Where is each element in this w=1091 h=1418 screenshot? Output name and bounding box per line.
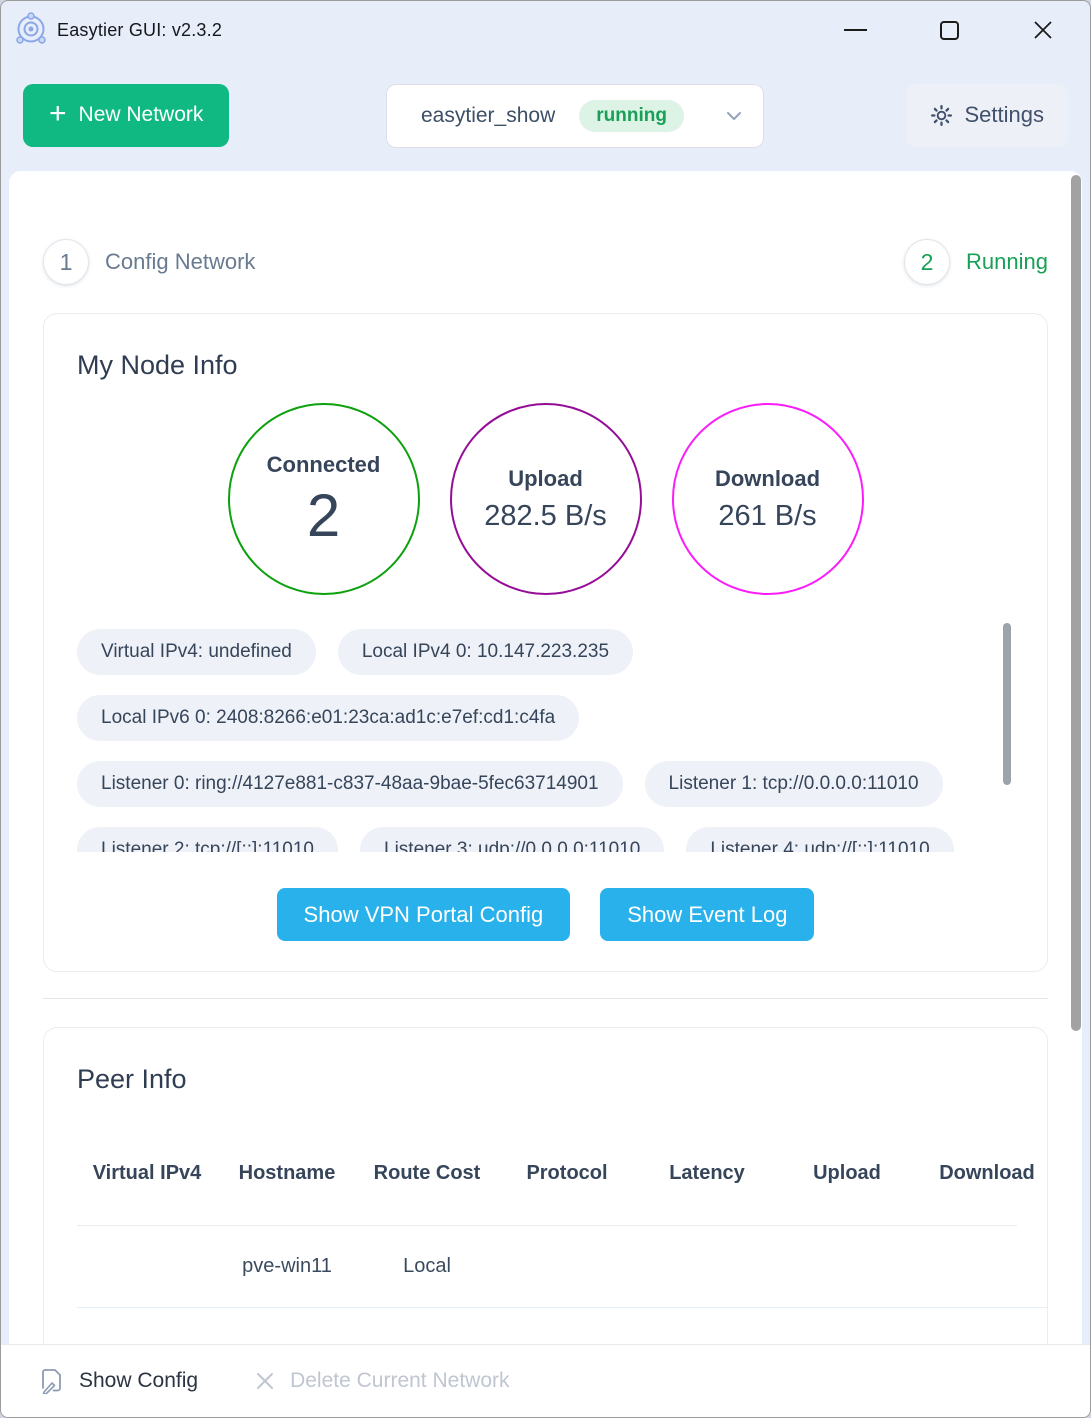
maximize-icon bbox=[940, 21, 959, 40]
network-select[interactable]: easytier_show running bbox=[386, 84, 764, 148]
tag-listener-4: Listener 4: udp://[::]:11010 bbox=[686, 827, 953, 852]
peer-info-title: Peer Info bbox=[77, 1064, 1014, 1095]
peer-table-header: Virtual IPv4 Hostname Route Cost Protoco… bbox=[77, 1121, 1048, 1225]
window-title: Easytier GUI: v2.3.2 bbox=[57, 20, 222, 41]
footer-bar: Show Config Delete Current Network bbox=[1, 1344, 1090, 1417]
main-scrollbar-thumb[interactable] bbox=[1071, 175, 1081, 1031]
cell-hostname: pve-win11 bbox=[217, 1255, 357, 1278]
col-protocol: Protocol bbox=[497, 1157, 637, 1189]
node-tags: Virtual IPv4: undefined Local IPv4 0: 10… bbox=[77, 629, 1014, 852]
gear-icon bbox=[930, 104, 953, 127]
step2-circle: 2 bbox=[904, 239, 950, 285]
node-info-card: My Node Info Connected 2 Upload 282.5 B/… bbox=[43, 313, 1048, 972]
section-divider bbox=[43, 998, 1048, 999]
tag-listener-2: Listener 2: tcp://[::]:11010 bbox=[77, 827, 338, 852]
col-route-cost: Route Cost bbox=[357, 1157, 497, 1189]
download-stat-circle: Download 261 B/s bbox=[672, 403, 864, 595]
step2-label: Running bbox=[966, 249, 1048, 275]
show-config-button[interactable]: Show Config bbox=[41, 1368, 198, 1394]
main-scrollbar[interactable] bbox=[1071, 175, 1081, 1341]
steps: 1 Config Network 2 Running bbox=[43, 239, 1048, 285]
delete-current-network-button[interactable]: Delete Current Network bbox=[254, 1369, 509, 1393]
download-label: Download bbox=[715, 466, 820, 492]
minimize-icon bbox=[844, 29, 867, 31]
node-stats: Connected 2 Upload 282.5 B/s Download 26… bbox=[77, 403, 1014, 595]
connected-label: Connected bbox=[267, 452, 381, 478]
peer-info-card: Peer Info Virtual IPv4 Hostname Route Co… bbox=[43, 1027, 1048, 1346]
table-row: pve-win11 Local bbox=[77, 1226, 1048, 1308]
delete-network-label: Delete Current Network bbox=[290, 1369, 509, 1393]
step-running: 2 Running bbox=[904, 239, 1048, 285]
col-hostname: Hostname bbox=[217, 1157, 357, 1189]
chevron-down-icon bbox=[725, 107, 743, 125]
settings-label: Settings bbox=[965, 102, 1045, 128]
minimize-button[interactable] bbox=[808, 1, 902, 59]
peer-table: Virtual IPv4 Hostname Route Cost Protoco… bbox=[77, 1121, 1048, 1308]
settings-button[interactable]: Settings bbox=[906, 84, 1069, 147]
close-icon bbox=[1031, 18, 1055, 42]
col-virtual-ipv4: Virtual IPv4 bbox=[77, 1157, 217, 1189]
connected-stat-circle: Connected 2 bbox=[228, 403, 420, 595]
tag-listener-1: Listener 1: tcp://0.0.0.0:11010 bbox=[645, 761, 943, 807]
app-window: Easytier GUI: v2.3.2 + New Network easyt… bbox=[0, 0, 1091, 1418]
close-button[interactable] bbox=[996, 1, 1090, 59]
tag-local-ipv6: Local IPv6 0: 2408:8266:e01:23ca:ad1c:e7… bbox=[77, 695, 579, 741]
maximize-button[interactable] bbox=[902, 1, 996, 59]
main-content: 1 Config Network 2 Running My Node Info … bbox=[9, 171, 1082, 1346]
col-download: Download bbox=[917, 1157, 1048, 1189]
toolbar: + New Network easytier_show running Sett… bbox=[1, 59, 1090, 171]
new-network-button[interactable]: + New Network bbox=[23, 84, 229, 147]
node-tags-scroll-area[interactable]: Virtual IPv4: undefined Local IPv4 0: 10… bbox=[77, 617, 1014, 852]
upload-label: Upload bbox=[508, 466, 583, 492]
step-config-network: 1 Config Network bbox=[43, 239, 255, 285]
tag-virtual-ipv4: Virtual IPv4: undefined bbox=[77, 629, 316, 675]
upload-value: 282.5 B/s bbox=[484, 500, 607, 533]
document-edit-icon bbox=[41, 1368, 65, 1394]
window-controls bbox=[808, 1, 1090, 59]
upload-stat-circle: Upload 282.5 B/s bbox=[450, 403, 642, 595]
step1-circle: 1 bbox=[43, 239, 89, 285]
tag-local-ipv4: Local IPv4 0: 10.147.223.235 bbox=[338, 629, 633, 675]
cell-route-cost: Local bbox=[357, 1255, 497, 1278]
network-select-value: easytier_show bbox=[421, 104, 555, 128]
show-config-label: Show Config bbox=[79, 1369, 198, 1393]
plus-icon: + bbox=[49, 99, 67, 129]
app-logo-icon bbox=[13, 12, 49, 48]
step1-label: Config Network bbox=[105, 249, 255, 275]
tag-listener-3: Listener 3: udp://0.0.0.0:11010 bbox=[360, 827, 664, 852]
show-event-log-button[interactable]: Show Event Log bbox=[600, 888, 814, 941]
network-status-badge: running bbox=[579, 100, 684, 132]
tags-scrollbar-thumb[interactable] bbox=[1003, 623, 1011, 785]
node-info-title: My Node Info bbox=[77, 350, 1014, 381]
download-value: 261 B/s bbox=[718, 500, 816, 533]
col-latency: Latency bbox=[637, 1157, 777, 1189]
show-vpn-portal-config-button[interactable]: Show VPN Portal Config bbox=[277, 888, 571, 941]
x-icon bbox=[254, 1370, 276, 1392]
connected-value: 2 bbox=[307, 486, 340, 546]
col-upload: Upload bbox=[777, 1157, 917, 1189]
tag-listener-0: Listener 0: ring://4127e881-c837-48aa-9b… bbox=[77, 761, 623, 807]
node-actions: Show VPN Portal Config Show Event Log bbox=[77, 888, 1014, 941]
title-bar: Easytier GUI: v2.3.2 bbox=[1, 1, 1090, 59]
new-network-label: New Network bbox=[79, 103, 204, 127]
